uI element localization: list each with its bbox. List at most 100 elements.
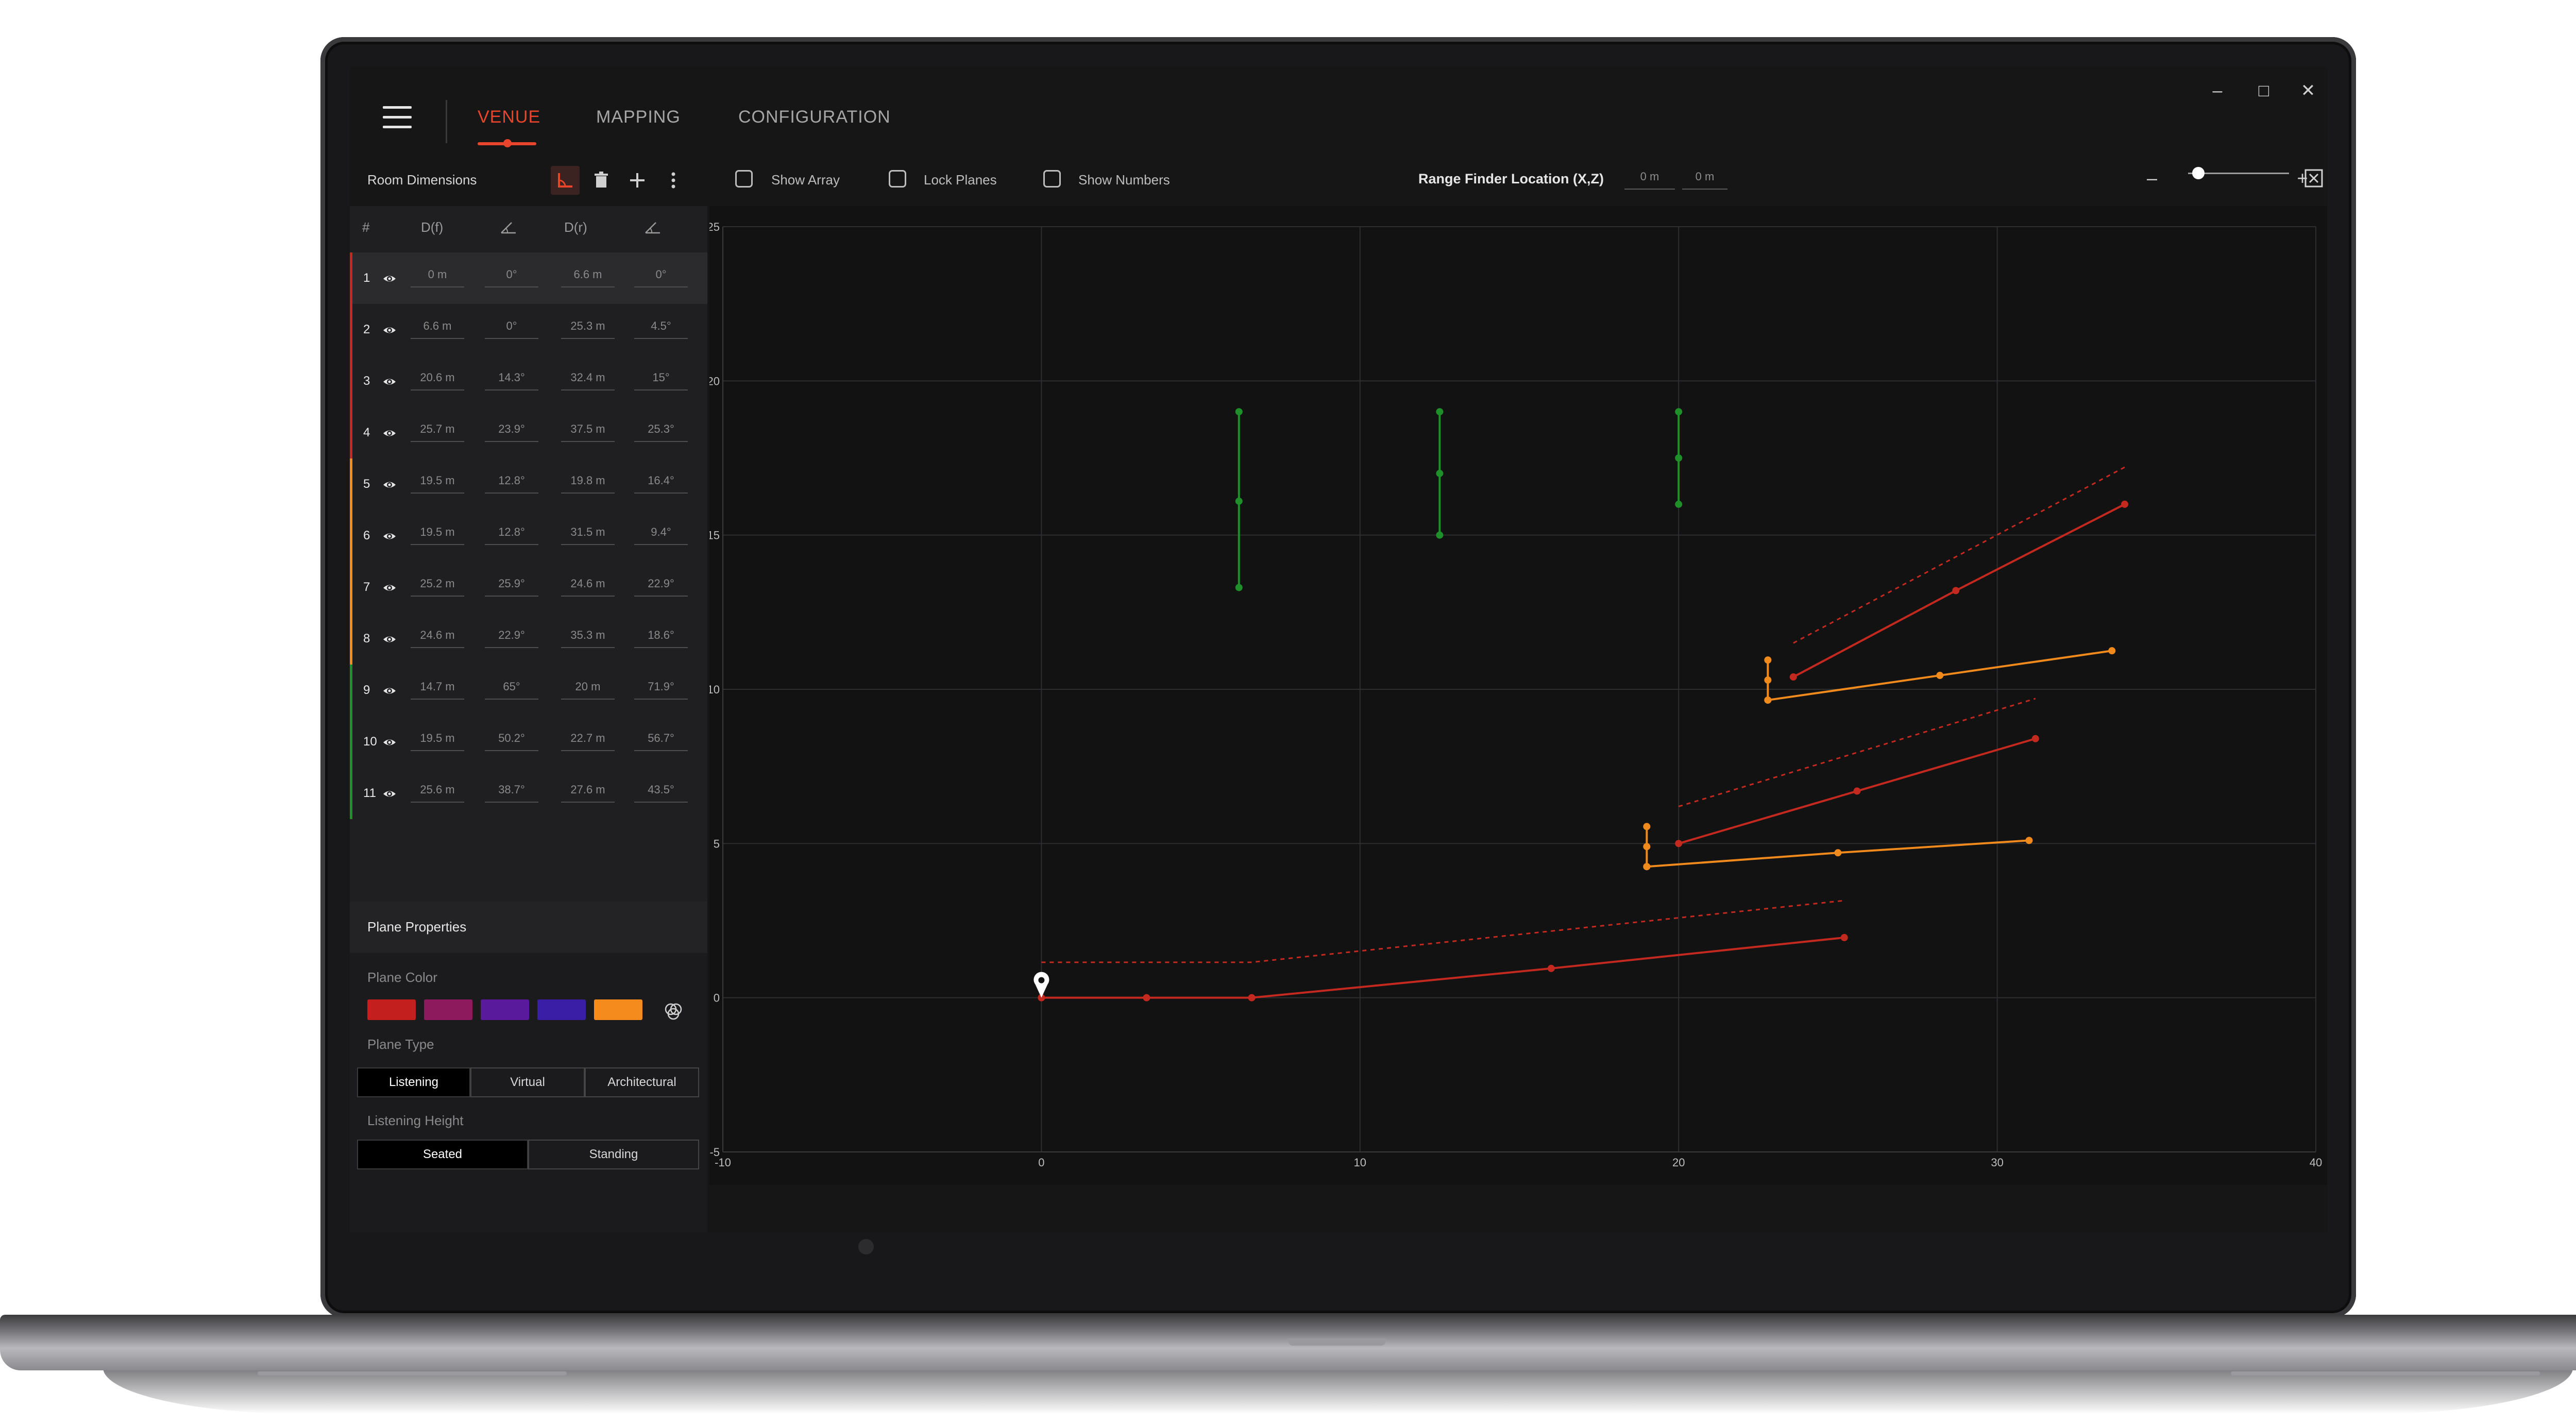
plane-type-listening[interactable]: Listening — [357, 1067, 470, 1097]
distance-rear-field[interactable]: 19.8 m — [561, 469, 615, 494]
angle-rear-field[interactable]: 56.7° — [634, 726, 688, 751]
distance-front-field[interactable]: 19.5 m — [411, 469, 464, 494]
angle-front-field[interactable]: 22.9° — [485, 623, 538, 648]
range-finder-z-input[interactable]: 0 m — [1682, 165, 1727, 190]
angle-front-field[interactable]: 38.7° — [485, 778, 538, 803]
angle-rear-field[interactable]: 16.4° — [634, 469, 688, 494]
distance-rear-field[interactable]: 37.5 m — [561, 417, 615, 442]
table-row[interactable]: 8 24.6 m 22.9° 35.3 m 18.6° — [350, 613, 707, 665]
lock-planes-checkbox[interactable] — [889, 170, 906, 188]
angle-front-field[interactable]: 0° — [485, 314, 538, 339]
distance-rear-field[interactable]: 27.6 m — [561, 778, 615, 803]
angle-rear-field[interactable]: 25.3° — [634, 417, 688, 442]
angle-front-field[interactable]: 25.9° — [485, 572, 538, 597]
angle-front-field[interactable]: 0° — [485, 263, 538, 287]
angle-tool-icon[interactable] — [551, 166, 580, 195]
delete-icon[interactable] — [587, 166, 616, 195]
angle-rear-field[interactable]: 0° — [634, 263, 688, 287]
angle-rear-field[interactable]: 43.5° — [634, 778, 688, 803]
angle-front-field[interactable]: 50.2° — [485, 726, 538, 751]
angle-rear-field[interactable]: 22.9° — [634, 572, 688, 597]
tab-mapping[interactable]: MAPPING — [596, 107, 681, 127]
angle-front-field[interactable]: 65° — [485, 675, 538, 700]
close-icon[interactable]: ✕ — [2285, 75, 2327, 106]
visibility-eye-icon[interactable] — [382, 786, 397, 802]
fit-to-screen-icon[interactable] — [2300, 165, 2327, 194]
color-swatch[interactable] — [424, 999, 472, 1020]
angle-front-field[interactable]: 12.8° — [485, 469, 538, 494]
distance-rear-field[interactable]: 31.5 m — [561, 520, 615, 545]
angle-rear-field[interactable]: 18.6° — [634, 623, 688, 648]
angle-front-field[interactable]: 14.3° — [485, 366, 538, 391]
distance-rear-field[interactable]: 24.6 m — [561, 572, 615, 597]
height-seated[interactable]: Seated — [357, 1140, 528, 1169]
distance-front-field[interactable]: 14.7 m — [411, 675, 464, 700]
angle-front-field[interactable]: 12.8° — [485, 520, 538, 545]
table-row[interactable]: 5 19.5 m 12.8° 19.8 m 16.4° — [350, 459, 707, 510]
add-icon[interactable] — [623, 166, 652, 195]
range-finder-x-input[interactable]: 0 m — [1624, 165, 1675, 190]
visibility-eye-icon[interactable] — [382, 271, 397, 286]
series-projection-line — [1041, 899, 1844, 963]
table-row[interactable]: 6 19.5 m 12.8° 31.5 m 9.4° — [350, 510, 707, 562]
angle-rear-field[interactable]: 15° — [634, 366, 688, 391]
distance-front-field[interactable]: 0 m — [411, 263, 464, 287]
color-swatch[interactable] — [481, 999, 529, 1020]
distance-front-field[interactable]: 25.6 m — [411, 778, 464, 803]
chart-svg[interactable]: -10 0 10 20 30 40-50510152025 — [709, 206, 2327, 1185]
distance-rear-field[interactable]: 32.4 m — [561, 366, 615, 391]
table-row[interactable]: 4 25.7 m 23.9° 37.5 m 25.3° — [350, 407, 707, 459]
color-swatch[interactable] — [367, 999, 416, 1020]
distance-rear-field[interactable]: 35.3 m — [561, 623, 615, 648]
plane-type-virtual[interactable]: Virtual — [470, 1067, 585, 1097]
show-numbers-checkbox[interactable] — [1043, 170, 1061, 188]
distance-rear-field[interactable]: 22.7 m — [561, 726, 615, 751]
distance-front-field[interactable]: 19.5 m — [411, 520, 464, 545]
distance-front-field[interactable]: 25.2 m — [411, 572, 464, 597]
distance-front-field[interactable]: 20.6 m — [411, 366, 464, 391]
height-standing[interactable]: Standing — [528, 1140, 699, 1169]
angle-rear-field[interactable]: 4.5° — [634, 314, 688, 339]
tab-configuration[interactable]: CONFIGURATION — [738, 107, 891, 127]
visibility-eye-icon[interactable] — [382, 580, 397, 596]
color-swatch[interactable] — [594, 999, 642, 1020]
zoom-slider-thumb[interactable] — [2192, 167, 2205, 179]
table-row[interactable]: 9 14.7 m 65° 20 m 71.9° — [350, 665, 707, 716]
plane-type-architectural[interactable]: Architectural — [585, 1067, 699, 1097]
visibility-eye-icon[interactable] — [382, 374, 397, 389]
visibility-eye-icon[interactable] — [382, 477, 397, 493]
table-row[interactable]: 2 6.6 m 0° 25.3 m 4.5° — [350, 304, 707, 355]
more-options-icon[interactable] — [659, 166, 688, 195]
minimize-icon[interactable]: – — [2194, 75, 2241, 106]
color-swatch[interactable] — [537, 999, 586, 1020]
visibility-eye-icon[interactable] — [382, 735, 397, 750]
distance-rear-field[interactable]: 25.3 m — [561, 314, 615, 339]
angle-rear-field[interactable]: 9.4° — [634, 520, 688, 545]
venue-chart[interactable]: -10 0 10 20 30 40 -5 0 5 10 15 20 25 — [709, 206, 2327, 1185]
visibility-eye-icon[interactable] — [382, 632, 397, 647]
table-row[interactable]: 7 25.2 m 25.9° 24.6 m 22.9° — [350, 562, 707, 613]
distance-front-field[interactable]: 25.7 m — [411, 417, 464, 442]
distance-rear-field[interactable]: 20 m — [561, 675, 615, 700]
table-row[interactable]: 3 20.6 m 14.3° 32.4 m 15° — [350, 355, 707, 407]
visibility-eye-icon[interactable] — [382, 322, 397, 338]
zoom-out-icon[interactable]: – — [2138, 164, 2166, 193]
visibility-eye-icon[interactable] — [382, 426, 397, 441]
distance-front-field[interactable]: 24.6 m — [411, 623, 464, 648]
hamburger-menu-icon[interactable] — [383, 106, 412, 131]
tab-venue[interactable]: VENUE — [478, 107, 540, 127]
table-row[interactable]: 10 19.5 m 50.2° 22.7 m 56.7° — [350, 716, 707, 768]
maximize-icon[interactable]: □ — [2241, 75, 2287, 106]
distance-front-field[interactable]: 6.6 m — [411, 314, 464, 339]
visibility-eye-icon[interactable] — [382, 529, 397, 544]
distance-rear-field[interactable]: 6.6 m — [561, 263, 615, 287]
x-tick-label: 40 — [2310, 1156, 2322, 1169]
distance-front-field[interactable]: 19.5 m — [411, 726, 464, 751]
table-row[interactable]: 1 0 m 0° 6.6 m 0° — [350, 252, 707, 304]
angle-rear-field[interactable]: 71.9° — [634, 675, 688, 700]
table-row[interactable]: 11 25.6 m 38.7° 27.6 m 43.5° — [350, 768, 707, 819]
visibility-eye-icon[interactable] — [382, 683, 397, 699]
show-array-checkbox[interactable] — [735, 170, 753, 188]
angle-front-field[interactable]: 23.9° — [485, 417, 538, 442]
color-picker-icon[interactable] — [659, 997, 688, 1026]
